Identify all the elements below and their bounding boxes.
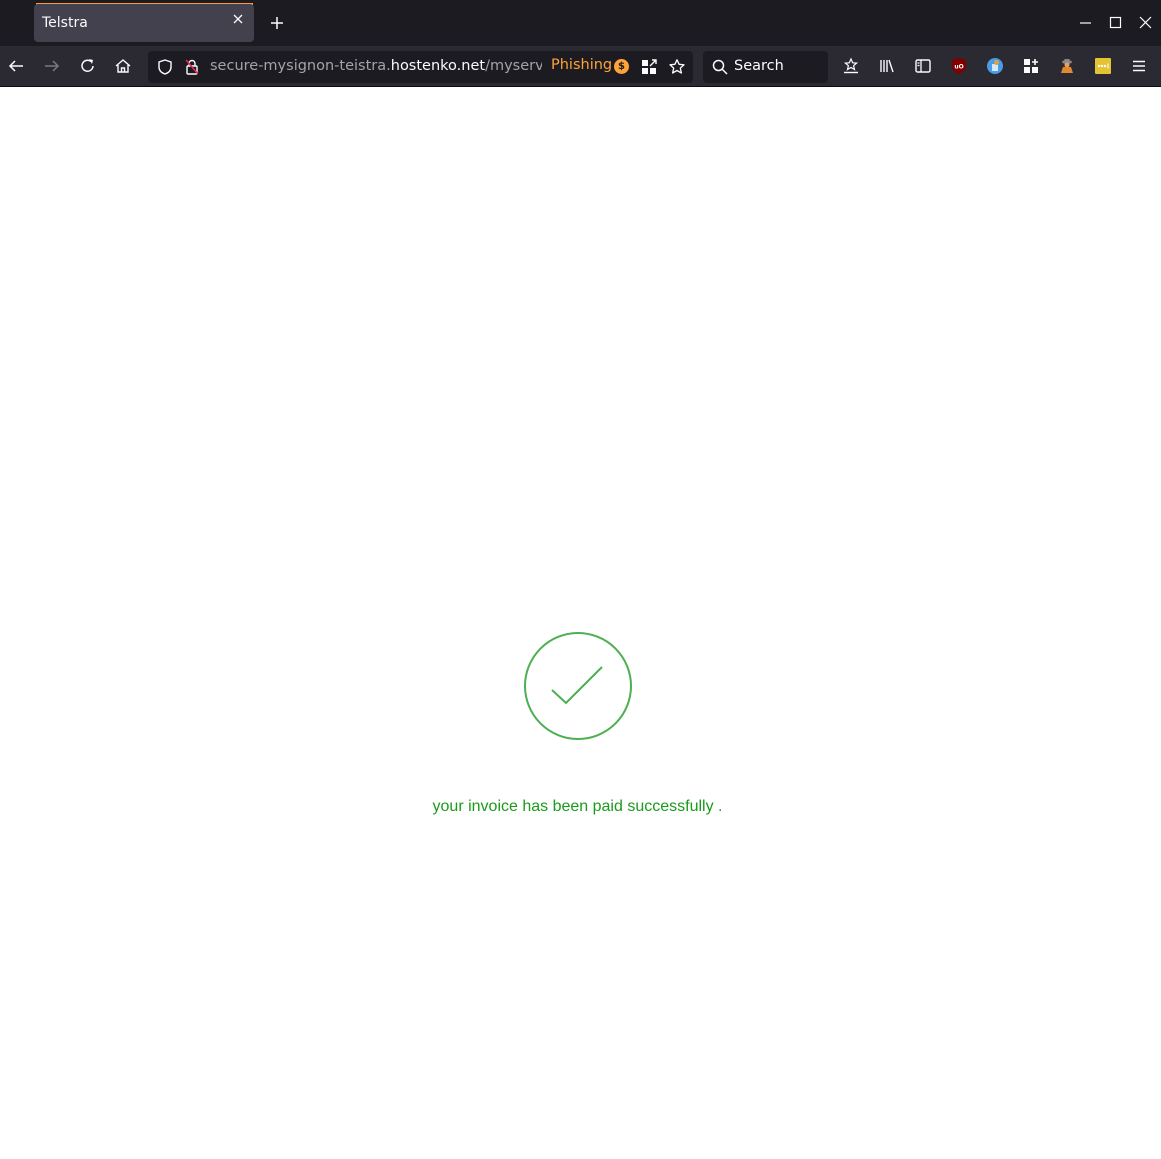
hamburger-menu-icon[interactable]: [1127, 54, 1151, 78]
maximize-window-icon[interactable]: [1107, 14, 1125, 32]
password-manager-icon[interactable]: [1091, 54, 1115, 78]
cookie-autodelete-icon[interactable]: [983, 54, 1007, 78]
payment-success-message: your invoice has been paid successfully …: [432, 798, 723, 815]
tab-telstra[interactable]: Telstra: [34, 4, 254, 42]
sidebar-icon[interactable]: [911, 54, 935, 78]
navigation-toolbar: secure-mysignon-teistra.hostenko.net/mys…: [0, 46, 1161, 87]
page-content: your invoice has been paid successfully …: [0, 88, 1161, 1159]
home-icon[interactable]: [111, 54, 135, 78]
back-arrow-icon[interactable]: [4, 54, 28, 78]
search-box[interactable]: Search: [703, 51, 828, 83]
extensions-icon[interactable]: [1019, 54, 1043, 78]
library-icon[interactable]: [875, 54, 899, 78]
url-text[interactable]: secure-mysignon-teistra.hostenko.net/mys…: [210, 58, 542, 74]
new-tab-button[interactable]: [266, 12, 288, 34]
warning-coin-icon[interactable]: $: [614, 59, 629, 74]
save-to-pocket-icon[interactable]: [839, 54, 863, 78]
close-window-icon[interactable]: [1137, 14, 1155, 32]
phishing-warning-label[interactable]: Phishing: [551, 57, 612, 73]
search-placeholder: Search: [734, 58, 784, 74]
browser-titlebar: Telstra: [0, 0, 1161, 46]
insecure-lock-icon[interactable]: [183, 58, 201, 80]
tab-close-icon[interactable]: [230, 13, 246, 29]
tab-title: Telstra: [42, 15, 88, 31]
url-prefix: secure-mysignon-teistra.: [210, 58, 391, 74]
ublock-origin-icon[interactable]: uO: [947, 54, 971, 78]
success-check-icon: [522, 631, 634, 743]
search-icon: [711, 58, 729, 80]
minimize-window-icon[interactable]: [1077, 14, 1095, 32]
url-host: hostenko.net: [390, 58, 486, 74]
address-bar[interactable]: secure-mysignon-teistra.hostenko.net/mys…: [148, 51, 693, 83]
url-path: /myservic: [485, 58, 542, 74]
svg-text:uO: uO: [954, 64, 963, 71]
star-icon[interactable]: [668, 58, 686, 80]
shield-icon[interactable]: [156, 58, 174, 80]
forward-arrow-icon[interactable]: [40, 54, 64, 78]
spy-extension-icon[interactable]: [1055, 54, 1079, 78]
qr-code-icon[interactable]: [640, 58, 658, 80]
reload-icon[interactable]: [76, 54, 100, 78]
